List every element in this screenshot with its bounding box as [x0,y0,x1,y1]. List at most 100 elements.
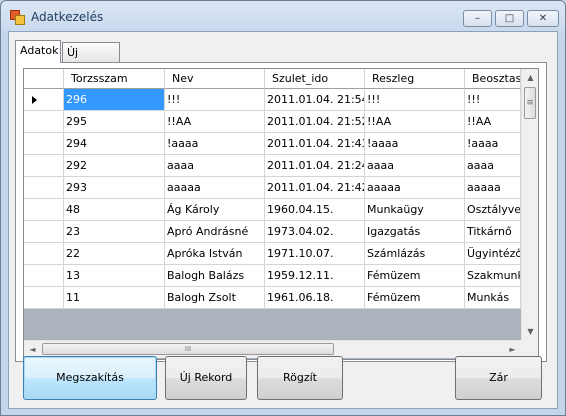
column-header-torzsszam[interactable]: Torzsszam [64,69,165,89]
table-row[interactable]: 11 Balogh Zsolt 1961.06.18. Fémüzem Munkás [24,287,521,309]
cell-nev[interactable]: !!! [165,89,265,111]
row-header[interactable] [24,155,64,177]
minimize-button[interactable]: – [463,10,492,27]
cell-nev[interactable]: Balogh Zsolt [165,287,265,309]
grip-icon: III [184,345,192,353]
scroll-up-icon[interactable]: ▲ [522,69,538,86]
cell-reszleg[interactable]: Munkaügy [365,199,465,221]
cell-torzsszam[interactable]: 296 [64,89,165,111]
cancel-button[interactable]: Megszakítás [23,356,157,400]
cell-beosztas[interactable]: !!! [465,89,521,111]
cell-beosztas[interactable]: Szakmunká [465,265,521,287]
cell-torzsszam[interactable]: 292 [64,155,165,177]
cell-szulet-ido[interactable]: 1971.10.07. [265,243,365,265]
row-header[interactable] [24,89,64,111]
cell-reszleg[interactable]: Számlázás [365,243,465,265]
cell-reszleg[interactable]: aaaa [365,155,465,177]
vertical-scrollbar[interactable]: ▲ ≡ ▼ [521,69,538,340]
row-header[interactable] [24,111,64,133]
title-bar[interactable]: Adatkezelés – □ ✕ [1,1,565,31]
cell-beosztas[interactable]: aaaaa [465,177,521,199]
current-row-arrow-icon [32,96,37,104]
cell-szulet-ido[interactable]: 2011.01.04. 21:42 [265,177,365,199]
cell-szulet-ido[interactable]: 2011.01.04. 21:52 [265,111,365,133]
cell-reszleg[interactable]: aaaaa [365,177,465,199]
table-row[interactable]: 22 Apróka István 1971.10.07. Számlázás Ügyin… [24,243,521,265]
table-row[interactable]: 296!!! 2011.01.04. 21:54!!!!!! [24,89,521,111]
cell-szulet-ido[interactable]: 2011.01.04. 21:43 [265,133,365,155]
table-row[interactable]: 294 !aaaa 2011.01.04. 21:43 !aaaa !aaaa [24,133,521,155]
scroll-down-icon[interactable]: ▼ [522,323,538,340]
cell-beosztas[interactable]: Ügyintéző [465,243,521,265]
cell-nev[interactable]: Ág Károly [165,199,265,221]
cell-nev[interactable]: aaaa [165,155,265,177]
column-header-reszleg[interactable]: Reszleg [365,69,465,89]
table-row[interactable]: 292 aaaa 2011.01.04. 21:24 aaaa aaaa [24,155,521,177]
cell-nev[interactable]: aaaaa [165,177,265,199]
horizontal-scroll-thumb[interactable]: III [42,343,334,355]
cell-torzsszam[interactable]: 293 [64,177,165,199]
cell-torzsszam[interactable]: 13 [64,265,165,287]
cell-beosztas[interactable]: Titkárnő [465,221,521,243]
cell-torzsszam[interactable]: 11 [64,287,165,309]
cell-nev[interactable]: !aaaa [165,133,265,155]
cell-nev[interactable]: Apró Andrásné [165,221,265,243]
maximize-button[interactable]: □ [495,10,524,27]
new-record-button[interactable]: Új Rekord [165,356,247,400]
row-header[interactable] [24,287,64,309]
row-header[interactable] [24,265,64,287]
save-button[interactable]: Rögzít [257,356,343,400]
row-header-corner[interactable] [24,69,64,89]
cell-reszleg[interactable]: Fémüzem [365,287,465,309]
cell-beosztas[interactable]: Osztályveze [465,199,521,221]
row-header[interactable] [24,177,64,199]
cell-szulet-ido[interactable]: 1961.06.18. [265,287,365,309]
table-row[interactable]: 293 aaaaa 2011.01.04. 21:42 aaaaa aaaaa [24,177,521,199]
tab-page-adatok: Torzsszam Nev Szulet_ido Reszleg Beoszta… [15,62,547,362]
tab-uj-rekord[interactable]: Új rekord [62,42,120,78]
cell-nev[interactable]: !!AA [165,111,265,133]
cell-reszleg[interactable]: !aaaa [365,133,465,155]
cell-torzsszam[interactable]: 294 [64,133,165,155]
cell-nev[interactable]: Apróka István [165,243,265,265]
row-header[interactable] [24,243,64,265]
data-grid[interactable]: Torzsszam Nev Szulet_ido Reszleg Beoszta… [23,68,539,360]
row-header[interactable] [24,221,64,243]
window-title: Adatkezelés [31,10,104,24]
cell-beosztas[interactable]: Munkás [465,287,521,309]
close-window-button[interactable]: ✕ [527,10,559,27]
cell-szulet-ido[interactable]: 1960.04.15. [265,199,365,221]
cell-szulet-ido[interactable]: 1973.04.02. [265,221,365,243]
row-header[interactable] [24,199,64,221]
cell-torzsszam[interactable]: 23 [64,221,165,243]
column-header-nev[interactable]: Nev [165,69,265,89]
table-row[interactable]: 23 Apró Andrásné 1973.04.02. Igazgatás Titká… [24,221,521,243]
maximize-icon: □ [504,13,515,24]
cell-reszleg[interactable]: !!! [365,89,465,111]
table-row[interactable]: 295 !!AA 2011.01.04. 21:52 !!AA !!AA [24,111,521,133]
table-row[interactable]: 48Ág Károly1960.04.15.MunkaügyOsztályvez… [24,199,521,221]
tab-adatok[interactable]: Adatok [15,40,61,63]
app-window: Adatkezelés – □ ✕ Adatok Új rekord Torzs… [0,0,566,416]
cell-nev[interactable]: Balogh Balázs [165,265,265,287]
cell-beosztas[interactable]: !aaaa [465,133,521,155]
cell-beosztas[interactable]: !!AA [465,111,521,133]
cell-torzsszam[interactable]: 295 [64,111,165,133]
close-button[interactable]: Zár [455,356,542,400]
cell-reszleg[interactable]: Fémüzem [365,265,465,287]
cell-reszleg[interactable]: !!AA [365,111,465,133]
form-client-area: Adatok Új rekord Torzsszam Nev Szulet_id… [8,31,558,409]
cell-beosztas[interactable]: aaaa [465,155,521,177]
column-header-beosztas[interactable]: Beosztas [465,69,521,89]
table-row[interactable]: 13 Balogh Balázs 1959.12.11. Fémüzem Szakmun… [24,265,521,287]
cell-torzsszam[interactable]: 22 [64,243,165,265]
vertical-scroll-thumb[interactable]: ≡ [524,87,536,119]
cell-szulet-ido[interactable]: 2011.01.04. 21:24 [265,155,365,177]
row-header[interactable] [24,133,64,155]
cell-reszleg[interactable]: Igazgatás [365,221,465,243]
cell-torzsszam[interactable]: 48 [64,199,165,221]
column-header-szulet-ido[interactable]: Szulet_ido [265,69,365,89]
cell-szulet-ido[interactable]: 1959.12.11. [265,265,365,287]
scrollbar-corner [521,340,538,357]
cell-szulet-ido[interactable]: 2011.01.04. 21:54 [265,89,365,111]
